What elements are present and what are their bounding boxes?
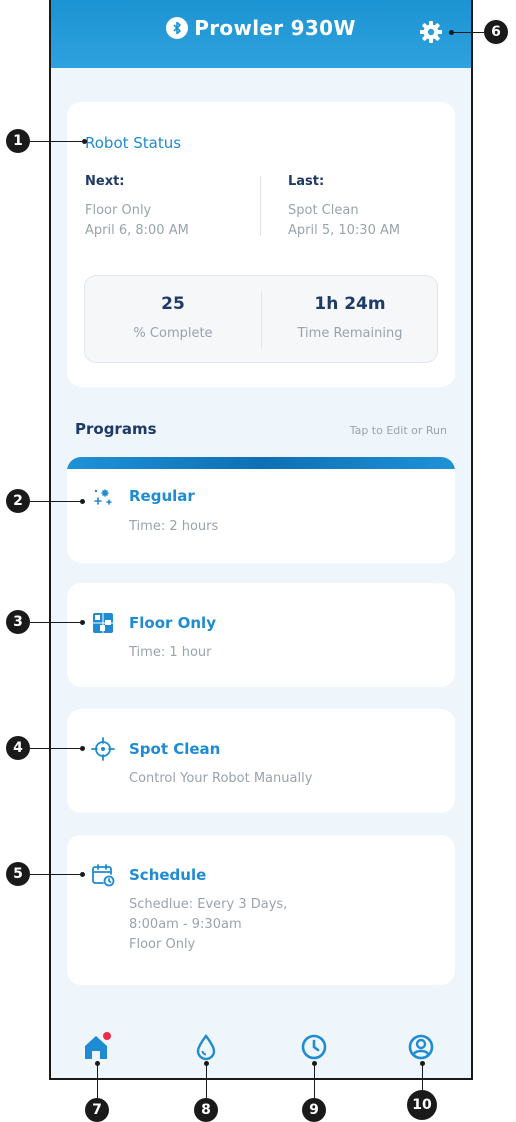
program-desc-line: Floor Only [129,937,196,952]
programs-heading: Programs [75,420,157,438]
column-divider [260,176,261,236]
percent-complete-stat: 25 % Complete [85,294,261,341]
progress-stats-panel: 25 % Complete 1h 24m Time Remaining [84,275,438,363]
programs-hint: Tap to Edit or Run [349,424,447,437]
nav-clock-icon[interactable] [299,1032,329,1062]
bluetooth-icon [166,17,189,39]
crosshair-icon [91,737,115,761]
nav-water-drop-icon[interactable] [191,1032,221,1062]
time-remaining-stat: 1h 24m Time Remaining [262,294,438,341]
next-time: April 6, 8:00 AM [85,223,189,238]
program-desc-line: Time: 1 hour [129,645,212,660]
callout-5: 5 [6,862,30,886]
program-name: Spot Clean [129,740,221,758]
program-desc: Time: 1 hour [129,643,212,663]
robot-status-title: Robot Status [85,134,182,152]
next-label: Next: [85,174,125,189]
callout-8: 8 [194,1098,218,1122]
callout-1-leader [30,139,87,144]
callout-8-leader [204,1061,209,1098]
next-run-column: Next: Floor Only April 6, 8:00 AM [85,174,255,241]
program-name: Regular [129,487,195,505]
nav-home-icon[interactable] [81,1032,111,1062]
program-card-spot-clean[interactable]: Spot Clean Control Your Robot Manually [67,709,455,813]
time-remaining-caption: Time Remaining [297,326,403,341]
program-name: Schedule [129,866,207,884]
callout-1: 1 [6,129,30,153]
callout-4: 4 [6,736,30,760]
last-run-column: Last: Spot Clean April 5, 10:30 AM [288,174,458,241]
next-program: Floor Only [85,203,152,218]
program-desc-line: Schedlue: Every 3 Days, [129,897,288,912]
program-desc: Time: 2 hours [129,517,218,537]
device-title: Prowler 930W [194,16,356,40]
last-program: Spot Clean [288,203,359,218]
callout-2: 2 [6,489,30,513]
program-card-schedule[interactable]: Schedule Schedlue: Every 3 Days, 8:00am … [67,835,455,985]
callout-9-leader [312,1061,317,1098]
floor-tiles-icon [91,611,115,635]
callout-9: 9 [302,1098,326,1122]
callout-3: 3 [6,610,30,634]
robot-status-card: Robot Status Next: Floor Only April 6, 8… [67,102,455,387]
settings-gear-icon[interactable] [419,20,443,44]
nav-profile-icon[interactable] [406,1032,436,1062]
phone-frame: Prowler 930W Robot Status Next: Floor On… [49,0,473,1080]
last-time: April 5, 10:30 AM [288,223,401,238]
app-header: Prowler 930W [51,0,471,68]
percent-complete-value: 25 [161,294,185,314]
last-label: Last: [288,174,325,189]
sparkle-icon [91,485,115,509]
callout-7-leader [95,1061,100,1098]
callout-5-leader [30,872,85,877]
callout-4-leader [30,746,85,751]
program-desc-line: 8:00am - 9:30am [129,917,242,932]
callout-6-leader [452,32,484,33]
callout-10-leader [420,1061,425,1090]
calendar-clock-icon [91,863,115,887]
time-remaining-value: 1h 24m [314,294,386,314]
program-desc-line: Time: 2 hours [129,519,219,534]
callout-3-leader [30,620,85,625]
callout-2-leader [30,499,85,504]
title-wrap: Prowler 930W [51,16,471,40]
program-card-regular[interactable]: Regular Time: 2 hours [67,457,455,563]
program-desc: Control Your Robot Manually [129,769,312,789]
callout-6: 6 [484,20,508,44]
notification-dot [103,1032,111,1040]
program-name: Floor Only [129,614,216,632]
bottom-nav [51,1020,471,1078]
callout-10: 10 [407,1090,437,1120]
content-area: Robot Status Next: Floor Only April 6, 8… [51,68,471,1020]
callout-7: 7 [85,1098,109,1122]
program-desc-line: Control Your Robot Manually [129,771,313,786]
percent-complete-caption: % Complete [133,326,213,341]
program-card-floor-only[interactable]: Floor Only Time: 1 hour [67,583,455,687]
program-desc: Schedlue: Every 3 Days, 8:00am - 9:30am … [129,895,287,955]
active-program-bar [67,457,455,469]
